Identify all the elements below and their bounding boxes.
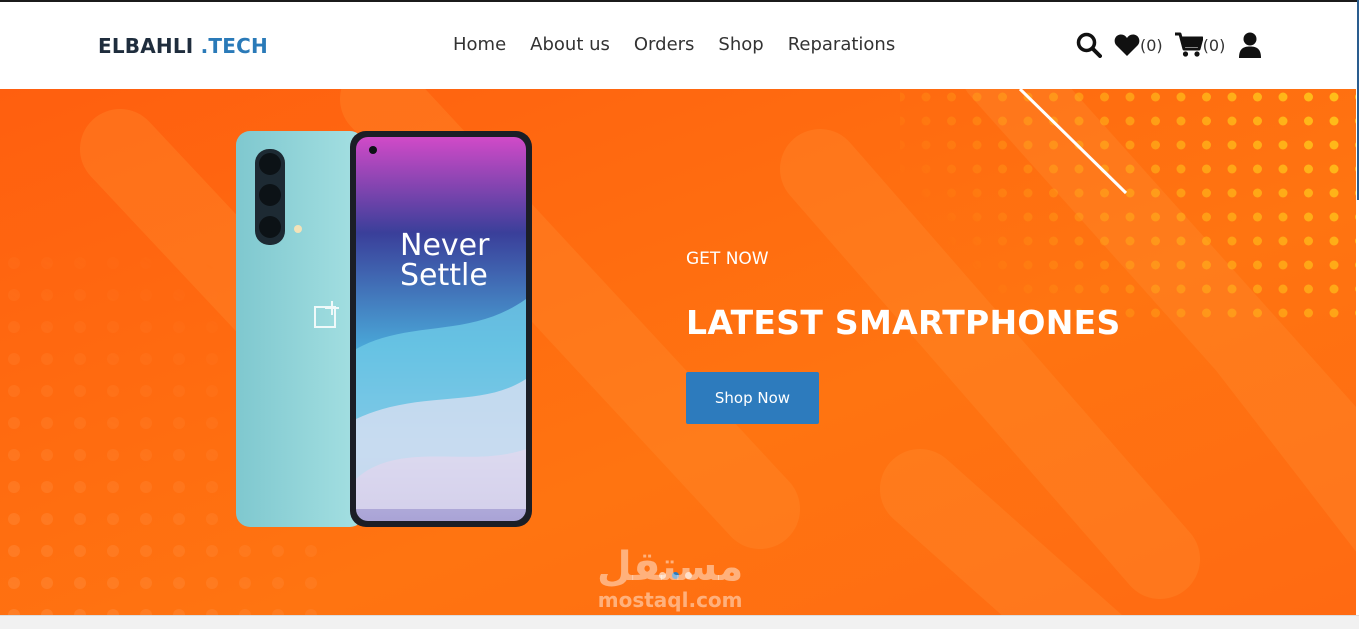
user-icon[interactable] <box>1239 32 1262 58</box>
main-menu: Home About us Orders Shop Reparations <box>453 34 919 55</box>
cart-button[interactable]: (0) <box>1174 32 1226 58</box>
cart-count: (0) <box>1202 35 1226 55</box>
heart-icon <box>1114 33 1140 57</box>
top-navbar: ELBAHLI .TECH Home About us Orders Shop … <box>0 2 1359 89</box>
header-actions: (0) (0) <box>1076 32 1262 58</box>
hero-background: Never Settle <box>0 89 1356 615</box>
shop-now-button[interactable]: Shop Now <box>686 372 819 424</box>
nav-about[interactable]: About us <box>530 34 610 55</box>
phone-image: Never Settle <box>236 131 532 527</box>
phone-screen-text-2: Settle <box>400 258 488 293</box>
nav-reparations[interactable]: Reparations <box>788 34 896 55</box>
wishlist-count: (0) <box>1140 35 1163 55</box>
search-icon[interactable] <box>1076 32 1102 58</box>
hero-title: LATEST SMARTPHONES <box>686 303 1121 342</box>
cart-icon <box>1174 32 1203 58</box>
hero-slider: Never Settle GET NOW LATEST SMARTPHONES … <box>0 89 1356 615</box>
hero-subtitle: GET NOW <box>686 249 769 269</box>
brand-logo[interactable]: ELBAHLI .TECH <box>98 34 268 58</box>
wishlist-button[interactable]: (0) <box>1114 33 1163 57</box>
watermark-latin: mostaql.com <box>597 588 743 612</box>
bottom-strip <box>0 615 1359 629</box>
nav-home[interactable]: Home <box>453 34 506 55</box>
watermark: مستقل mostaql.com <box>597 545 743 611</box>
brand-suffix: .TECH <box>200 34 268 58</box>
nav-orders[interactable]: Orders <box>634 34 695 55</box>
brand-name: ELBAHLI <box>98 34 201 58</box>
nav-shop[interactable]: Shop <box>718 34 763 55</box>
watermark-arabic: مستقل <box>597 544 744 590</box>
